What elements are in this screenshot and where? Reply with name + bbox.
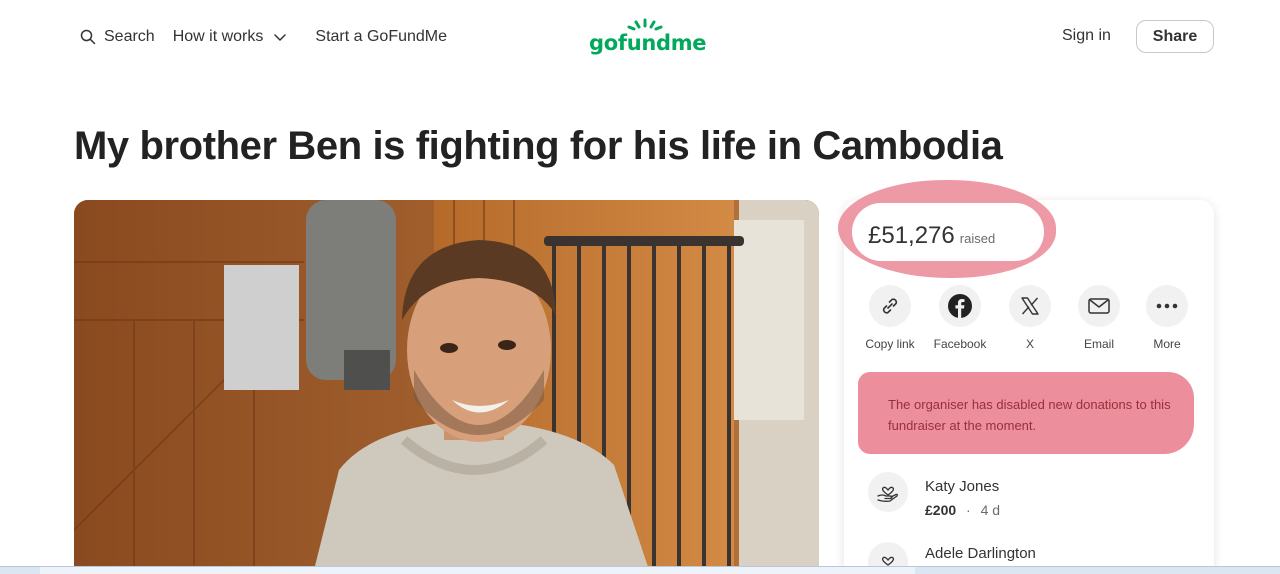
search-label: Search <box>104 28 155 45</box>
donation-hands-icon <box>868 472 908 512</box>
share-copy-link[interactable]: Copy link <box>855 285 925 351</box>
donation-meta: £200 · 4 d <box>925 502 1000 518</box>
donation-time: 4 d <box>980 502 1001 518</box>
share-options: Copy link Facebook X Email More <box>855 285 1205 355</box>
email-icon <box>1078 285 1120 327</box>
search-icon <box>80 29 96 45</box>
link-icon <box>869 285 911 327</box>
share-facebook[interactable]: Facebook <box>925 285 995 351</box>
raised-amount: £51,276 <box>868 222 955 249</box>
primary-nav: Search How it works Start a GoFundMe <box>80 24 447 50</box>
share-x[interactable]: X <box>995 285 1065 351</box>
site-header: Search How it works Start a GoFundMe gof… <box>0 0 1280 74</box>
share-label: X <box>1025 337 1034 351</box>
donation-amount: £200 <box>925 502 957 518</box>
share-more[interactable]: More <box>1132 285 1202 351</box>
scrollbar-thumb[interactable] <box>40 566 915 574</box>
donor-name: Katy Jones <box>925 478 1000 495</box>
page-title: My brother Ben is fighting for his life … <box>74 124 1003 168</box>
chevron-down-icon <box>274 34 287 41</box>
donations-disabled-text: The organiser has disabled new donations… <box>888 397 1171 433</box>
logo-wordmark: gofundme <box>589 31 707 55</box>
facebook-icon <box>939 285 981 327</box>
share-label: Email <box>1083 337 1114 351</box>
more-icon <box>1146 285 1188 327</box>
donor-name: Adele Darlington <box>925 545 1036 562</box>
sign-in-link[interactable]: Sign in <box>1062 27 1111 45</box>
gofundme-logo[interactable]: gofundme <box>589 18 707 58</box>
hero-photo <box>74 200 819 570</box>
sun-logo-icon <box>627 18 663 31</box>
share-label: More <box>1153 337 1181 351</box>
campaign-hero-image[interactable] <box>74 200 819 570</box>
x-icon <box>1009 285 1051 327</box>
share-label: Facebook <box>933 337 987 351</box>
start-gofundme-label: Start a GoFundMe <box>315 28 448 45</box>
start-gofundme-link[interactable]: Start a GoFundMe <box>315 24 447 50</box>
search-button[interactable]: Search <box>80 24 155 50</box>
how-it-works-menu[interactable]: How it works <box>173 24 288 50</box>
meta-separator: · <box>966 502 971 518</box>
how-it-works-label: How it works <box>172 28 264 45</box>
share-button[interactable]: Share <box>1136 20 1214 53</box>
share-email[interactable]: Email <box>1064 285 1134 351</box>
donation-item: Katy Jones £200 · 4 d <box>868 472 1168 518</box>
share-label: Copy link <box>865 337 915 351</box>
raised-label: raised <box>959 231 996 246</box>
amount-raised: £51,276 raised <box>868 222 995 250</box>
